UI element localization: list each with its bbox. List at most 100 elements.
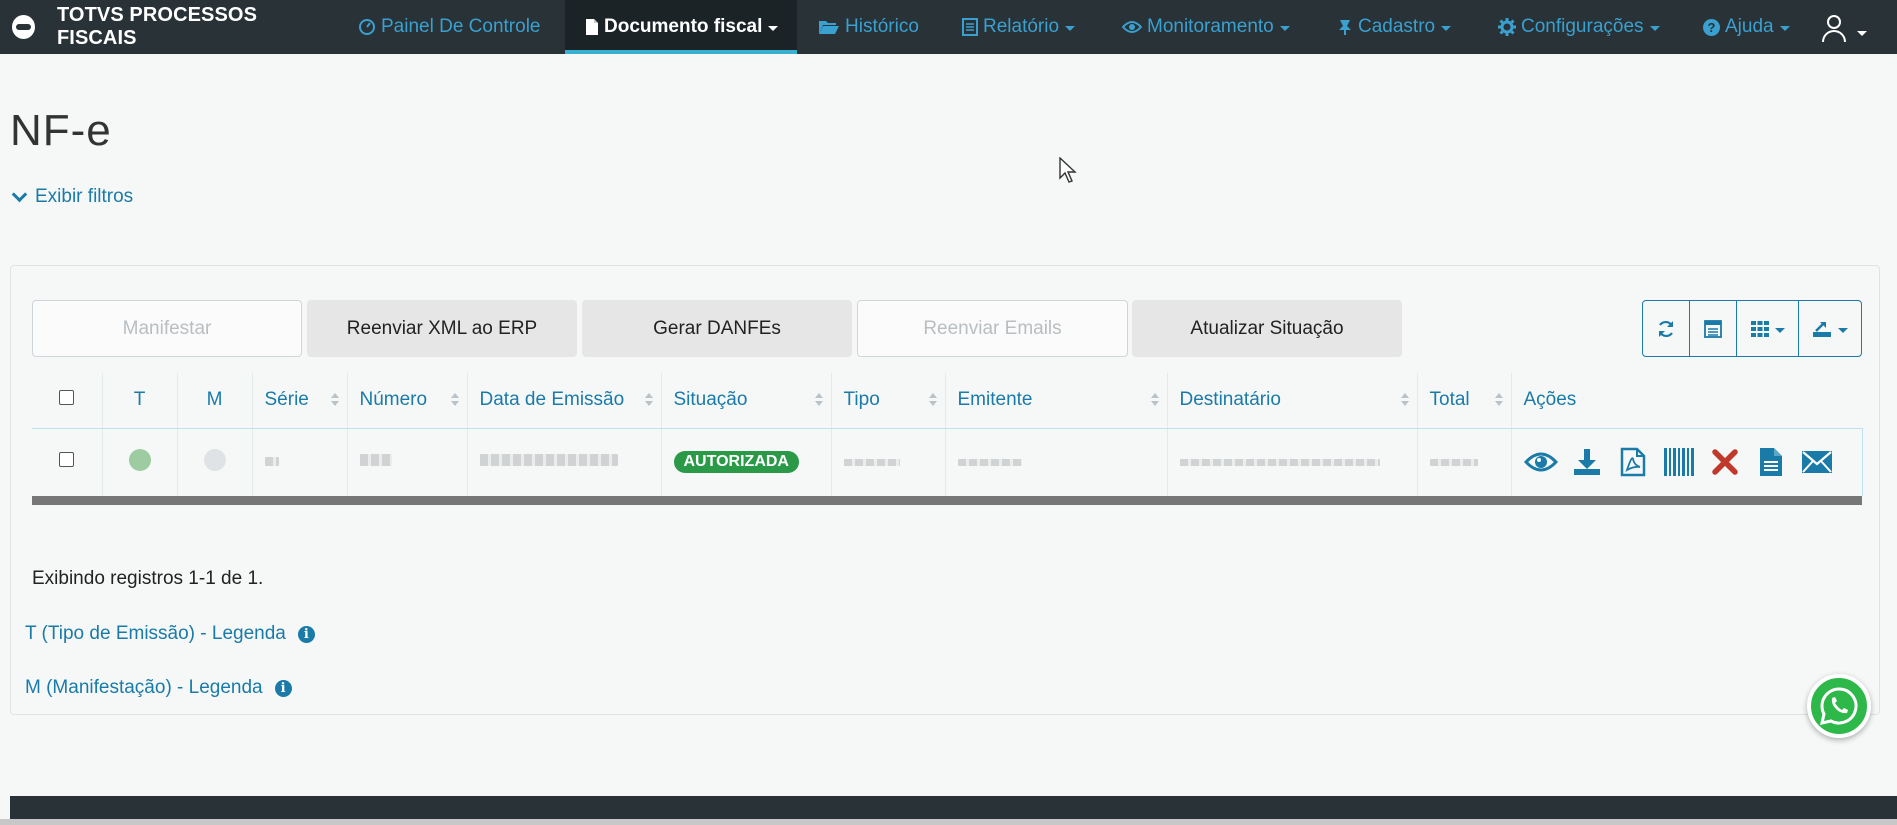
header-data-emissao[interactable]: Data de Emissão [466,373,661,429]
nav-ajuda[interactable]: ? Ajuda [1703,0,1790,54]
nav-label: Relatório [983,16,1060,37]
manifestar-button[interactable]: Manifestar [32,300,302,357]
atualizar-situacao-button[interactable]: Atualizar Situação [1132,300,1402,357]
select-all-header [32,373,102,429]
header-m[interactable]: M [176,373,252,429]
table-row[interactable]: AUTORIZADA [32,428,1863,496]
question-circle-icon: ? [1703,18,1720,36]
header-acoes: Ações [1510,373,1862,429]
header-situacao-label: Situação [673,389,748,411]
caret-down-icon [1649,26,1660,31]
legend-t-label: T (Tipo de Emissão) - Legenda [25,623,286,644]
nav-historico[interactable]: Histórico [818,0,919,54]
header-serie-label: Série [264,389,309,411]
redacted-value [359,454,392,467]
header-numero[interactable]: Número [346,373,467,429]
gerar-danfes-button[interactable]: Gerar DANFEs [582,300,852,357]
row-checkbox[interactable] [59,452,75,468]
sort-icon [330,391,339,409]
columns-dropdown-button[interactable] [1737,301,1799,356]
refresh-button[interactable] [1643,301,1690,356]
sort-icon [644,391,653,409]
sort-icon [814,391,823,409]
show-filters-toggle[interactable]: Exibir filtros [10,186,133,208]
select-all-checkbox[interactable] [59,390,75,406]
cell-numero [346,428,467,496]
show-filters-label: Exibir filtros [35,186,134,207]
table-header-row: T M Série Número Data de Emissão Situaçã… [32,373,1862,429]
user-caret-down-icon[interactable] [1857,31,1867,36]
redacted-value [1429,459,1478,467]
cell-situacao: AUTORIZADA [660,428,831,496]
reenviar-emails-button[interactable]: Reenviar Emails [857,300,1128,357]
pin-icon [1339,20,1351,35]
nav-painel-de-controle[interactable]: Painel De Controle [358,0,540,54]
cell-data-emissao [466,428,661,496]
header-destinatario-label: Destinatário [1179,389,1281,411]
whatsapp-button[interactable] [1807,674,1871,738]
redacted-value [1179,459,1380,467]
nav-relatorio[interactable]: Relatório [962,0,1076,54]
cell-m [176,428,252,496]
totvs-logo-icon [12,15,35,39]
caret-down-icon [768,26,779,31]
cancel-icon[interactable] [1708,445,1742,479]
nav-monitoramento[interactable]: Monitoramento [1122,0,1290,54]
reenviar-xml-button[interactable]: Reenviar XML ao ERP [307,300,577,357]
caret-down-icon [1279,26,1290,31]
header-serie[interactable]: Série [251,373,347,429]
chevron-down-icon [11,186,28,202]
export-dropdown-button[interactable] [1799,301,1861,356]
download-icon[interactable] [1570,445,1604,479]
cell-acoes [1510,428,1863,496]
header-tipo[interactable]: Tipo [830,373,945,429]
export-icon [1813,321,1831,337]
top-navbar: TOTVS PROCESSOS FISCAIS Painel De Contro… [0,0,1897,54]
grid-icon [1750,320,1769,337]
view-icon[interactable] [1523,445,1558,479]
header-total[interactable]: Total [1416,373,1511,429]
document-icon[interactable] [1754,445,1788,479]
folder-open-icon [819,21,839,34]
redacted-value [264,457,279,467]
sort-icon [450,391,459,409]
redacted-value [843,459,900,467]
sort-icon [1400,391,1409,409]
toggle-view-button[interactable] [1690,301,1737,356]
header-emitente[interactable]: Emitente [944,373,1167,429]
table-horizontal-scrollbar[interactable] [32,496,1862,505]
caret-down-icon [1774,327,1785,333]
cell-total [1416,428,1511,496]
cell-tipo [830,428,945,496]
results-panel: Manifestar Reenviar XML ao ERP Gerar DAN… [10,265,1880,715]
brand-name: TOTVS PROCESSOS FISCAIS [56,4,258,49]
redacted-value [957,459,1022,467]
legend-m-link[interactable]: M (Manifestação) - Legenda i [25,677,292,699]
list-icon [962,18,978,36]
header-total-label: Total [1429,389,1470,411]
email-icon[interactable] [1800,445,1834,479]
sort-icon [1150,391,1159,409]
header-numero-label: Número [359,389,428,411]
mouse-cursor-icon [1059,157,1077,183]
header-destinatario[interactable]: Destinatário [1166,373,1417,429]
row-actions [1523,445,1862,479]
nav-configuracoes[interactable]: Configurações [1498,0,1660,54]
page-horizontal-scrollbar[interactable] [0,819,1897,825]
header-t[interactable]: T [101,373,177,429]
nav-label: Monitoramento [1147,16,1274,37]
manifest-indicator [203,448,226,471]
legend-t-link[interactable]: T (Tipo de Emissão) - Legenda i [25,623,315,645]
header-situacao[interactable]: Situação [660,373,831,429]
caret-down-icon [1838,327,1848,333]
nav-label: Cadastro [1358,16,1436,37]
nav-documento-fiscal[interactable]: Documento fiscal [565,0,797,54]
cell-destinatario [1166,428,1417,496]
nfe-table: T M Série Número Data de Emissão Situaçã… [32,373,1863,496]
cell-serie [251,428,347,496]
pdf-icon[interactable] [1616,445,1650,479]
user-icon[interactable] [1821,15,1847,42]
barcode-icon[interactable] [1662,445,1696,479]
brand[interactable]: TOTVS PROCESSOS FISCAIS [0,0,330,54]
nav-cadastro[interactable]: Cadastro [1337,0,1452,54]
